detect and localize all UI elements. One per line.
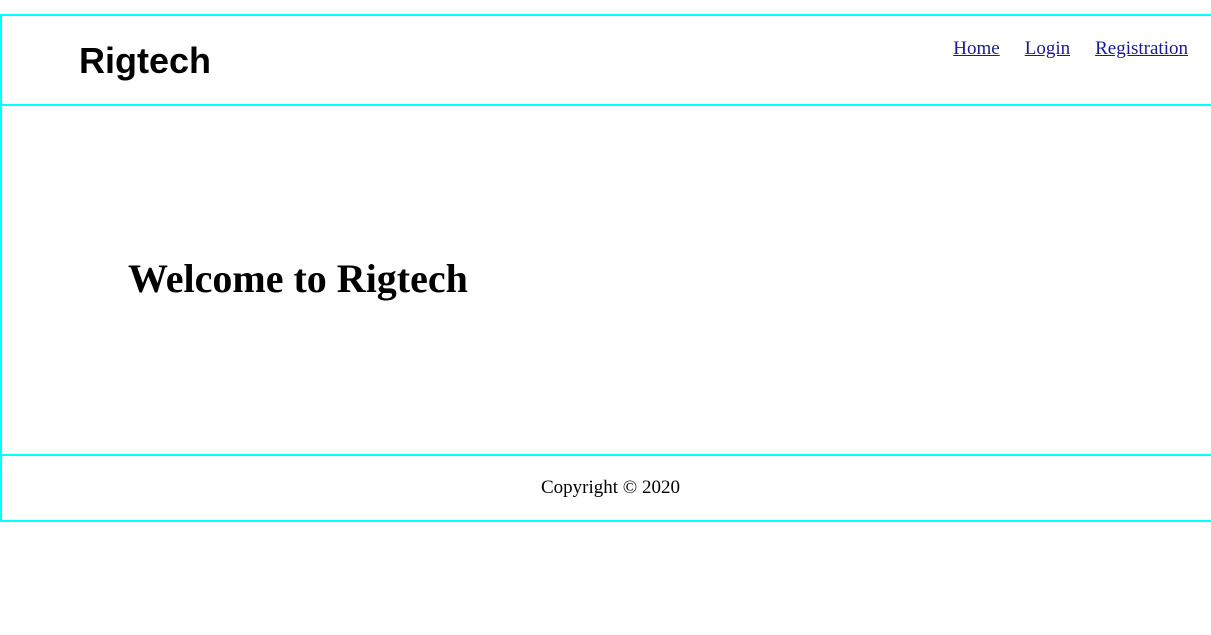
site-footer: Copyright © 2020 <box>2 454 1211 520</box>
welcome-heading: Welcome to Rigtech <box>128 256 468 301</box>
nav-link-login[interactable]: Login <box>1025 38 1070 60</box>
page-frame: Rigtech Home Login Registration Welcome … <box>0 14 1211 522</box>
copyright-text: Copyright © 2020 <box>541 477 680 498</box>
site-header: Rigtech Home Login Registration <box>2 16 1211 106</box>
main-nav: Home Login Registration <box>953 38 1188 60</box>
nav-link-home[interactable]: Home <box>953 38 999 60</box>
nav-link-registration[interactable]: Registration <box>1095 38 1188 60</box>
page: Rigtech Home Login Registration Welcome … <box>0 0 1211 635</box>
main-content: Welcome to Rigtech <box>2 104 1211 458</box>
brand-logo: Rigtech <box>79 40 212 81</box>
